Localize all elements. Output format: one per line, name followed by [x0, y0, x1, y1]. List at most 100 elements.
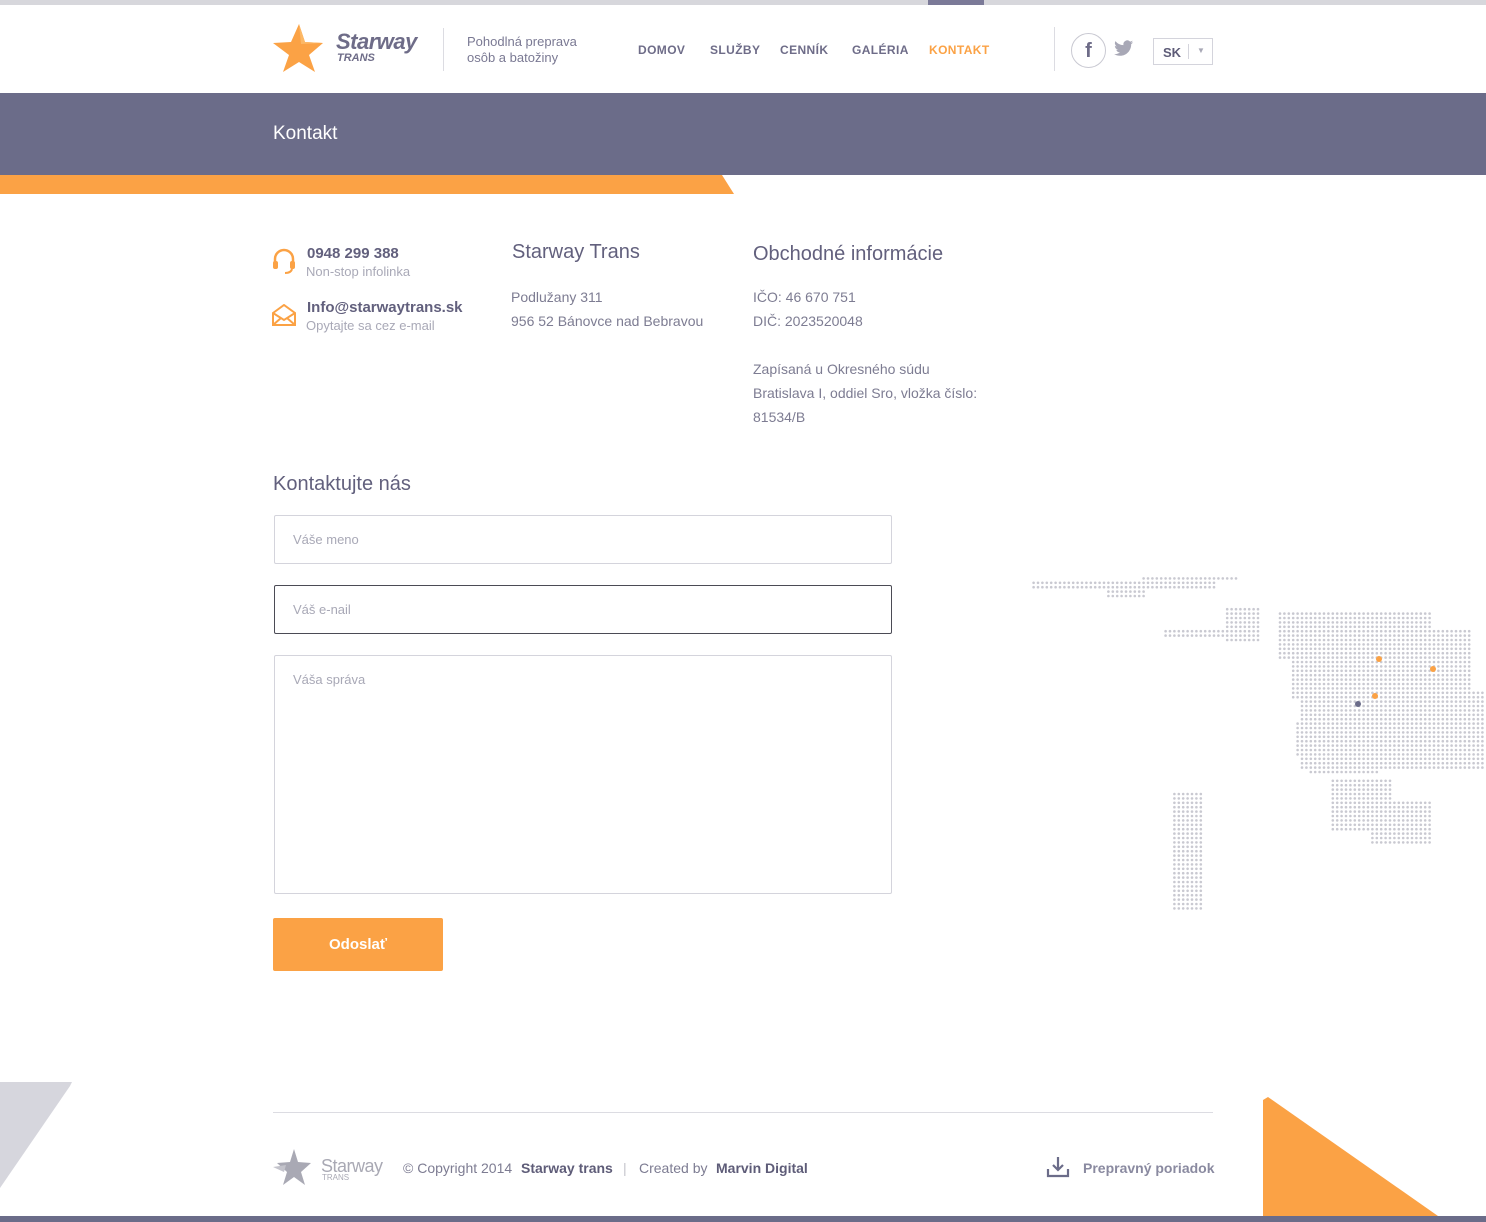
map-dot — [1423, 691, 1427, 695]
map-dot — [1344, 731, 1348, 734]
map-location-marker — [1376, 656, 1382, 662]
map-dot — [1195, 832, 1198, 835]
nav-cennik[interactable]: CENNÍK — [780, 43, 828, 57]
map-dot — [1230, 621, 1233, 624]
map-dot — [1450, 704, 1453, 708]
nav-kontakt[interactable]: KONTAKT — [929, 43, 990, 57]
map-dot — [1155, 577, 1159, 580]
map-dot — [1401, 638, 1405, 642]
map-dot — [1230, 625, 1233, 629]
map-dot — [1252, 625, 1255, 629]
map-dot — [1445, 766, 1449, 769]
language-select[interactable]: SK ▼ — [1153, 38, 1213, 65]
map-dot — [1362, 770, 1365, 774]
map-dot — [1173, 907, 1176, 910]
map-dot — [1437, 717, 1440, 721]
map-dot — [1441, 656, 1445, 659]
map-dot — [1371, 700, 1374, 703]
map-dot — [1296, 687, 1299, 690]
map-dot — [1397, 695, 1401, 699]
map-dot — [1388, 665, 1392, 668]
map-dot — [1481, 726, 1484, 730]
map-dot — [1234, 607, 1238, 611]
footer-company-link[interactable]: Starway trans — [521, 1160, 613, 1176]
map-dot — [1331, 748, 1335, 752]
nav-domov[interactable]: DOMOV — [638, 43, 685, 57]
map-dot — [1415, 748, 1418, 752]
name-input[interactable] — [274, 515, 892, 564]
nav-galeria[interactable]: GALÉRIA — [852, 43, 909, 57]
map-dot — [1340, 722, 1343, 725]
map-dot — [1428, 717, 1431, 721]
map-dot — [1181, 871, 1185, 875]
map-dot — [1340, 621, 1343, 624]
map-dot — [1142, 577, 1145, 580]
submit-button[interactable]: Odoslať — [273, 918, 443, 971]
download-icon[interactable] — [1045, 1155, 1071, 1179]
map-dot — [1195, 893, 1198, 897]
map-dot — [1437, 695, 1440, 699]
footer-company-name[interactable]: Starway trans — [521, 1160, 613, 1176]
map-dot — [1208, 629, 1211, 633]
map-dot — [1309, 722, 1313, 725]
map-dot — [1410, 810, 1414, 813]
message-textarea[interactable] — [274, 655, 892, 894]
map-dot — [1467, 735, 1471, 739]
contact-phone[interactable]: 0948 299 388 — [307, 245, 399, 262]
contact-email[interactable]: Info@starwaytrans.sk — [307, 299, 463, 316]
map-dot — [1313, 753, 1317, 756]
map-dot — [1335, 735, 1339, 739]
map-dot — [1331, 726, 1335, 730]
map-dot — [1481, 753, 1484, 756]
nav-sluzby[interactable]: SLUŽBY — [710, 43, 760, 57]
map-dot — [1388, 678, 1392, 681]
map-dot — [1384, 647, 1387, 651]
map-dot — [1212, 634, 1216, 637]
map-dot — [1331, 651, 1335, 655]
map-dot — [1357, 792, 1361, 796]
map-dot — [1234, 625, 1238, 629]
map-dot — [1384, 841, 1387, 844]
map-dot — [1309, 761, 1313, 765]
map-dot — [1199, 893, 1203, 897]
map-dot — [1423, 836, 1427, 840]
map-dot — [1410, 827, 1414, 831]
map-dot — [1428, 678, 1431, 681]
map-dot — [1379, 753, 1383, 756]
map-dot — [1371, 753, 1374, 756]
footer-creator-link[interactable]: Marvin Digital — [716, 1160, 808, 1176]
map-dot — [1313, 735, 1317, 739]
map-dot — [1388, 753, 1392, 756]
footer-creator-name[interactable]: Marvin Digital — [716, 1160, 808, 1176]
map-dot — [1124, 581, 1128, 585]
map-dot — [1305, 739, 1308, 743]
map-dot — [1349, 709, 1352, 712]
facebook-icon[interactable]: f — [1071, 33, 1106, 68]
map-dot — [1124, 594, 1128, 598]
map-dot — [1410, 739, 1414, 743]
map-dot — [1111, 594, 1115, 598]
map-dot — [1309, 748, 1313, 752]
map-dot — [1388, 739, 1392, 743]
map-dot — [1362, 783, 1365, 787]
map-dot — [1371, 823, 1374, 827]
map-dot — [1401, 691, 1405, 695]
map-dot — [1437, 691, 1440, 695]
map-dot — [1397, 616, 1401, 620]
map-dot — [1419, 731, 1423, 734]
map-dot — [1186, 845, 1189, 849]
transport-rules-link[interactable]: Prepravný poriadok — [1083, 1160, 1215, 1176]
map-dot — [1393, 695, 1396, 699]
map-dot — [1331, 625, 1335, 629]
map-dot — [1406, 761, 1409, 765]
twitter-icon[interactable] — [1114, 40, 1134, 57]
map-dot — [1472, 704, 1475, 708]
map-dot — [1441, 691, 1445, 695]
map-dot — [1353, 753, 1357, 756]
map-dot — [1291, 682, 1295, 686]
email-input[interactable] — [274, 585, 892, 634]
map-dot — [1393, 687, 1396, 690]
map-dot — [1353, 761, 1357, 765]
map-dot — [1327, 761, 1330, 765]
map-dot — [1419, 660, 1423, 664]
